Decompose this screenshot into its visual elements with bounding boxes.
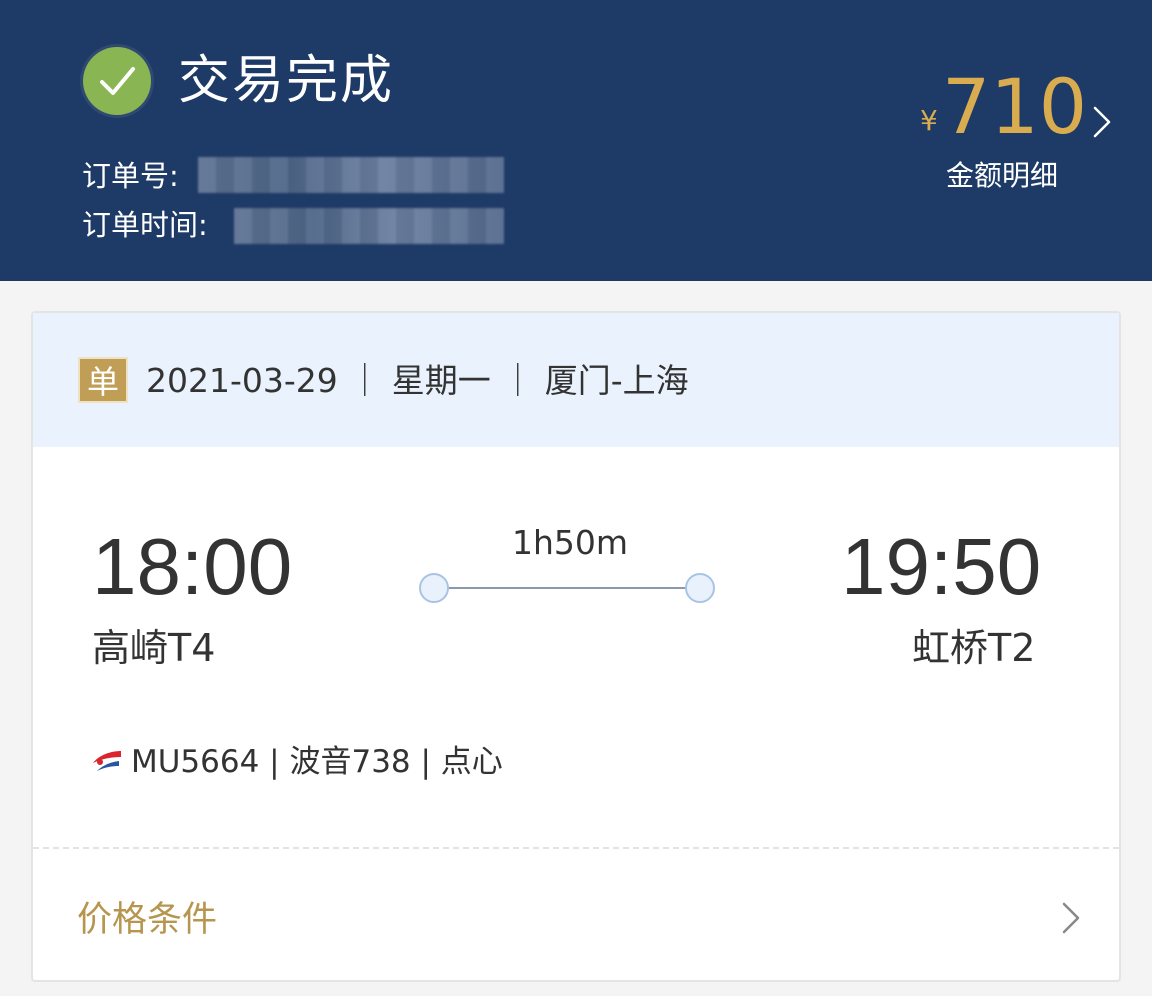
flight-info: MU5664 | 波音738 | 点心 <box>131 744 503 780</box>
order-time-redacted <box>234 208 504 244</box>
order-status-header: 交易完成 订单号: 订单时间: ¥ 710 金额明细 <box>0 0 1152 281</box>
price-conditions-link[interactable]: 价格条件 <box>77 896 217 944</box>
status-title: 交易完成 <box>178 51 395 111</box>
amount-detail-link[interactable]: 金额明细 <box>946 156 1058 196</box>
departure-airport: 高崎T4 <box>92 626 216 670</box>
check-circle-icon <box>83 47 151 115</box>
flight-duration: 1h50m <box>512 523 629 562</box>
chevron-right-icon[interactable] <box>1059 900 1083 936</box>
order-number-label: 订单号: <box>82 159 179 193</box>
total-amount[interactable]: 710 <box>942 62 1087 152</box>
departure-time: 18:00 <box>92 522 293 611</box>
order-number-redacted <box>198 157 504 193</box>
china-eastern-logo-icon <box>93 751 121 771</box>
route-line-icon <box>419 573 715 603</box>
trip-summary: 2021-03-29 ｜ 星期一 ｜ 厦门-上海 <box>146 361 689 400</box>
trip-summary-bar: 单 2021-03-29 ｜ 星期一 ｜ 厦门-上海 <box>33 313 1119 447</box>
divider <box>33 847 1119 849</box>
chevron-right-icon[interactable] <box>1090 104 1114 140</box>
order-time-label: 订单时间: <box>82 208 208 242</box>
flight-card: 单 2021-03-29 ｜ 星期一 ｜ 厦门-上海 18:00 高崎T4 1h… <box>31 311 1121 982</box>
arrival-airport: 虹桥T2 <box>912 626 1036 670</box>
arrival-time: 19:50 <box>841 522 1042 611</box>
one-way-badge: 单 <box>78 357 128 403</box>
currency-symbol[interactable]: ¥ <box>920 104 938 137</box>
